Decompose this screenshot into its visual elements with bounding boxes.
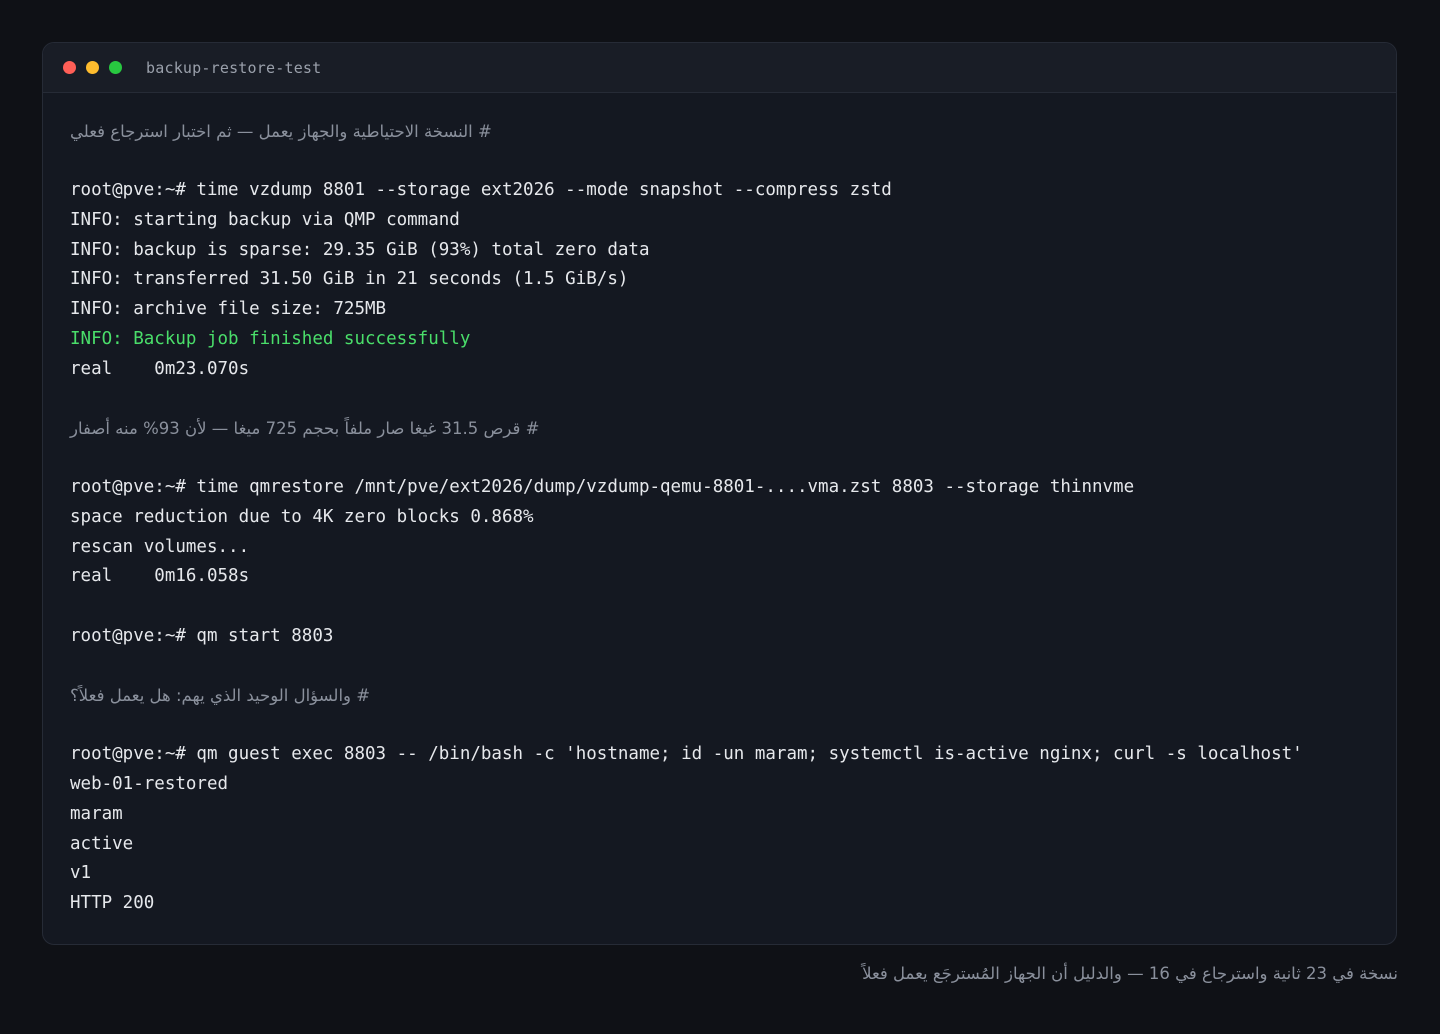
minimize-window-button[interactable] xyxy=(86,61,99,74)
terminal-line-output: active xyxy=(70,833,134,854)
terminal-line-output: INFO: transferred 31.50 GiB in 21 second… xyxy=(70,269,629,290)
close-window-button[interactable] xyxy=(63,61,76,74)
terminal-line-output: v1 xyxy=(70,863,92,884)
title-bar: backup-restore-test xyxy=(43,43,1396,93)
terminal-line-output: real 0m23.070s xyxy=(70,358,250,379)
terminal-line-output: space reduction due to 4K zero blocks 0.… xyxy=(70,506,534,527)
terminal-output[interactable]: # النسخة الاحتياطية والجهاز يعمل — ثم اخ… xyxy=(43,93,1396,919)
terminal-window: backup-restore-test # النسخة الاحتياطية … xyxy=(42,42,1397,945)
terminal-line-output: HTTP 200 xyxy=(70,892,155,913)
terminal-line-success: INFO: Backup job finished successfully xyxy=(70,328,471,349)
terminal-line-comment: # النسخة الاحتياطية والجهاز يعمل — ثم اخ… xyxy=(70,122,492,141)
terminal-line-output: rescan volumes... xyxy=(70,536,250,557)
terminal-line-output: real 0m16.058s xyxy=(70,566,250,587)
terminal-line-output: web-01-restored xyxy=(70,774,229,795)
terminal-line-comment: # قرص 31.5 غيغا صار ملفاً بحجم 725 ميغا … xyxy=(70,418,540,438)
figure-caption: نسخة في 23 ثانية واسترجاع في 16 — والدلي… xyxy=(862,964,1398,983)
terminal-line-output: INFO: backup is sparse: 29.35 GiB (93%) … xyxy=(70,239,650,260)
terminal-line-command: root@pve:~# qm start 8803 xyxy=(70,625,334,646)
maximize-window-button[interactable] xyxy=(109,61,122,74)
terminal-line-command: root@pve:~# qm guest exec 8803 -- /bin/b… xyxy=(70,744,1303,765)
terminal-line-command: root@pve:~# time qmrestore /mnt/pve/ext2… xyxy=(70,477,1135,498)
terminal-line-output: maram xyxy=(70,803,123,824)
terminal-line-command: root@pve:~# time vzdump 8801 --storage e… xyxy=(70,180,892,201)
terminal-line-output: INFO: archive file size: 725MB xyxy=(70,299,387,320)
terminal-line-comment: # والسؤال الوحيد الذي يهم: هل يعمل فعلاً… xyxy=(70,686,371,706)
terminal-line-output: INFO: starting backup via QMP command xyxy=(70,210,460,231)
window-title: backup-restore-test xyxy=(146,58,322,77)
